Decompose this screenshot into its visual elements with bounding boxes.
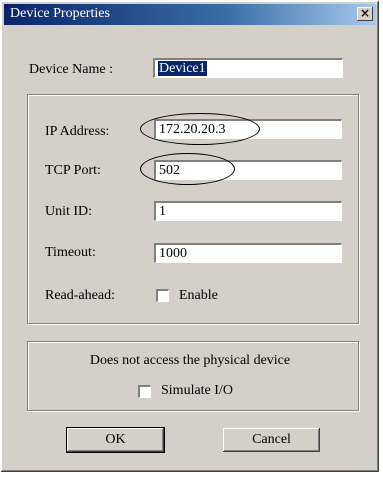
close-icon: × — [359, 6, 371, 20]
device-name-input[interactable]: Device1 — [153, 58, 343, 78]
tcp-port-highlight-oval — [140, 153, 235, 185]
timeout-value: 1000 — [159, 246, 187, 261]
ip-address-highlight-oval — [140, 113, 260, 145]
simulate-io-label[interactable]: Simulate I/O — [161, 383, 233, 399]
ip-address-label: IP Address: — [45, 124, 110, 139]
unit-id-input[interactable]: 1 — [154, 201, 342, 221]
read-ahead-checkbox[interactable] — [156, 289, 169, 302]
simulation-group — [27, 341, 359, 411]
unit-id-value: 1 — [159, 204, 166, 219]
device-name-value: Device1 — [158, 61, 207, 76]
timeout-input[interactable]: 1000 — [154, 243, 342, 263]
ok-button[interactable]: OK — [66, 427, 165, 453]
read-ahead-label: Read-ahead: — [45, 288, 115, 303]
simulate-io-checkbox[interactable] — [138, 385, 151, 398]
close-button[interactable]: × — [357, 7, 373, 21]
device-name-label: Device Name : — [29, 62, 113, 77]
cancel-button[interactable]: Cancel — [223, 428, 320, 452]
title-bar[interactable]: Device Properties × — [4, 4, 376, 25]
device-properties-dialog: Device Properties × Device Name : Device… — [1, 1, 379, 472]
unit-id-label: Unit ID: — [45, 204, 93, 219]
window-title: Device Properties — [10, 6, 110, 21]
tcp-port-label: TCP Port: — [45, 163, 101, 178]
read-ahead-checkbox-label[interactable]: Enable — [179, 288, 218, 304]
simulation-note: Does not access the physical device — [89, 353, 291, 368]
timeout-label: Timeout: — [45, 245, 96, 260]
